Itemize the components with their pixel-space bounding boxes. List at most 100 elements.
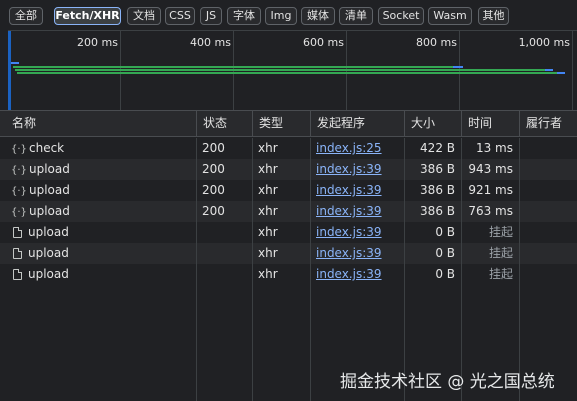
resource-type-filter-bar: 全部 Fetch/XHR 文档 CSS JS 字体 Img 媒体 清单 Sock… xyxy=(0,0,577,30)
fulfilled-by-cell xyxy=(520,222,577,243)
initiator-cell: index.js:25 xyxy=(311,138,405,159)
waterfall-bar xyxy=(13,66,453,68)
waterfall-bar xyxy=(17,72,557,74)
size-cell: 386 B xyxy=(405,201,462,222)
column-divider xyxy=(310,285,311,401)
fulfilled-by-cell xyxy=(520,264,577,285)
table-row[interactable]: upload xhr index.js:39 0 B 挂起 xyxy=(0,264,577,285)
initiator-link[interactable]: index.js:39 xyxy=(316,162,382,176)
filter-css-button[interactable]: CSS xyxy=(165,7,195,25)
status-cell: 200 xyxy=(197,201,253,222)
initiator-link[interactable]: index.js:39 xyxy=(316,204,382,218)
table-row[interactable]: {·} check 200 xhr index.js:25 422 B 13 ms xyxy=(0,138,577,159)
gridline xyxy=(233,31,234,111)
table-row[interactable]: {·} upload 200 xhr index.js:39 386 B 943 … xyxy=(0,159,577,180)
time-cell: 943 ms xyxy=(462,159,520,180)
table-row[interactable]: upload xhr index.js:39 0 B 挂起 xyxy=(0,243,577,264)
time-cell: 挂起 xyxy=(462,222,520,243)
request-name-cell: {·} upload xyxy=(6,180,197,201)
xhr-icon: {·} xyxy=(11,186,27,197)
type-cell: xhr xyxy=(253,159,311,180)
size-cell: 386 B xyxy=(405,159,462,180)
initiator-cell: index.js:39 xyxy=(311,264,405,285)
filter-other-button[interactable]: 其他 xyxy=(478,7,509,25)
gridline xyxy=(459,31,460,111)
column-header-size[interactable]: 大小 xyxy=(405,111,462,136)
fulfilled-by-cell xyxy=(520,138,577,159)
column-header-fulfilled-by[interactable]: 履行者 xyxy=(520,111,577,136)
request-name-cell: upload xyxy=(6,243,197,264)
overview-window-left-handle[interactable] xyxy=(8,31,11,111)
table-row[interactable]: {·} upload 200 xhr index.js:39 386 B 921 … xyxy=(0,180,577,201)
time-cell: 921 ms xyxy=(462,180,520,201)
type-cell: xhr xyxy=(253,222,311,243)
waterfall-bar xyxy=(11,62,19,64)
column-header-initiator[interactable]: 发起程序 xyxy=(311,111,405,136)
filter-media-button[interactable]: 媒体 xyxy=(301,7,335,25)
tick-label-200: 200 ms xyxy=(77,36,118,49)
column-header-name[interactable]: 名称 xyxy=(6,111,197,136)
status-cell: 200 xyxy=(197,159,253,180)
table-header: 名称 状态 类型 发起程序 大小 时间 履行者 xyxy=(0,110,577,137)
initiator-link[interactable]: index.js:39 xyxy=(316,267,382,281)
initiator-cell: index.js:39 xyxy=(311,180,405,201)
watermark: 掘金技术社区 @ 光之国总统 xyxy=(340,372,555,392)
request-name-cell: {·} upload xyxy=(6,159,197,180)
request-name: upload xyxy=(28,246,69,260)
column-divider xyxy=(252,285,253,401)
request-name: upload xyxy=(28,267,69,281)
status-cell xyxy=(197,264,253,285)
tick-label-600: 600 ms xyxy=(303,36,344,49)
gridline xyxy=(120,31,121,111)
request-name: upload xyxy=(29,183,70,197)
initiator-link[interactable]: index.js:39 xyxy=(316,183,382,197)
gridline xyxy=(346,31,347,111)
xhr-icon: {·} xyxy=(11,144,27,155)
status-cell: 200 xyxy=(197,138,253,159)
document-icon xyxy=(13,227,22,238)
filter-socket-button[interactable]: Socket xyxy=(378,7,424,25)
filter-document-button[interactable]: 文档 xyxy=(127,7,161,25)
type-cell: xhr xyxy=(253,138,311,159)
table-row[interactable]: {·} upload 200 xhr index.js:39 386 B 763 … xyxy=(0,201,577,222)
type-cell: xhr xyxy=(253,264,311,285)
fulfilled-by-cell xyxy=(520,159,577,180)
initiator-link[interactable]: index.js:25 xyxy=(316,141,382,155)
filter-all-button[interactable]: 全部 xyxy=(9,7,43,25)
request-name: upload xyxy=(29,162,70,176)
initiator-link[interactable]: index.js:39 xyxy=(316,225,382,239)
filter-js-button[interactable]: JS xyxy=(200,7,222,25)
filter-fetch-xhr-button[interactable]: Fetch/XHR xyxy=(54,7,121,25)
request-name: upload xyxy=(29,204,70,218)
request-name: upload xyxy=(28,225,69,239)
column-header-status[interactable]: 状态 xyxy=(197,111,253,136)
initiator-cell: index.js:39 xyxy=(311,222,405,243)
initiator-link[interactable]: index.js:39 xyxy=(316,246,382,260)
type-cell: xhr xyxy=(253,180,311,201)
initiator-cell: index.js:39 xyxy=(311,159,405,180)
status-cell xyxy=(197,243,253,264)
filter-font-button[interactable]: 字体 xyxy=(227,7,261,25)
filter-img-button[interactable]: Img xyxy=(265,7,297,25)
request-name-cell: {·} check xyxy=(6,138,197,159)
type-cell: xhr xyxy=(253,243,311,264)
initiator-cell: index.js:39 xyxy=(311,243,405,264)
column-header-time[interactable]: 时间 xyxy=(462,111,520,136)
gridline xyxy=(572,31,573,111)
document-icon xyxy=(13,269,22,280)
tick-label-800: 800 ms xyxy=(416,36,457,49)
tick-label-400: 400 ms xyxy=(190,36,231,49)
fulfilled-by-cell xyxy=(520,201,577,222)
size-cell: 0 B xyxy=(405,243,462,264)
waterfall-bar xyxy=(15,69,545,71)
type-cell: xhr xyxy=(253,201,311,222)
table-row[interactable]: upload xhr index.js:39 0 B 挂起 xyxy=(0,222,577,243)
network-overview-timeline[interactable]: 200 ms 400 ms 600 ms 800 ms 1,000 ms xyxy=(8,30,577,111)
fulfilled-by-cell xyxy=(520,180,577,201)
request-name-cell: {·} upload xyxy=(6,201,197,222)
time-cell: 13 ms xyxy=(462,138,520,159)
xhr-icon: {·} xyxy=(11,207,27,218)
column-header-type[interactable]: 类型 xyxy=(253,111,311,136)
filter-wasm-button[interactable]: Wasm xyxy=(428,7,472,25)
filter-manifest-button[interactable]: 清单 xyxy=(339,7,373,25)
